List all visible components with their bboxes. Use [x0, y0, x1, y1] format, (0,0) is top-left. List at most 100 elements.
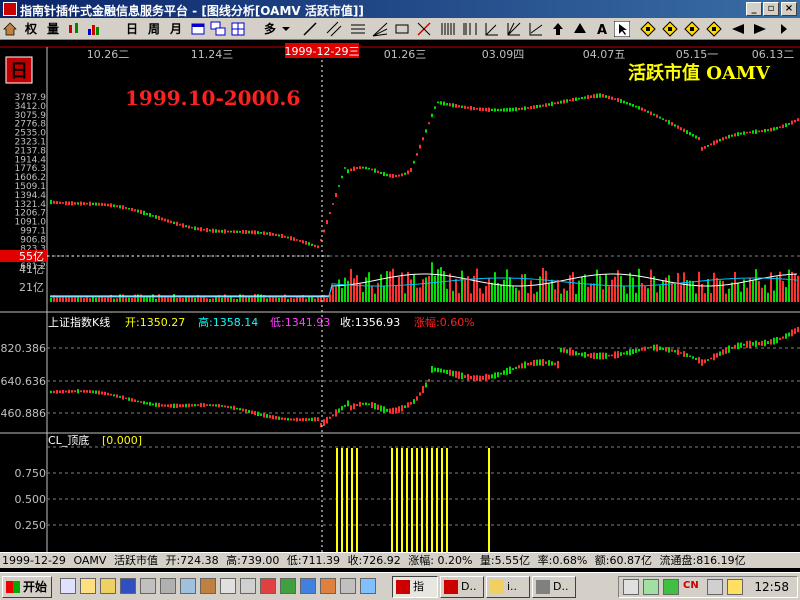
chevron-down-icon[interactable] [278, 21, 294, 37]
price-candle [581, 97, 583, 100]
tray-icon[interactable] [727, 579, 743, 595]
ime-indicator[interactable]: CN [683, 580, 699, 591]
triangle-right-icon[interactable] [752, 21, 768, 37]
app-icon-d[interactable] [220, 578, 236, 594]
start-button[interactable]: 开始 [2, 576, 52, 598]
price-candle [53, 200, 55, 204]
volume-icon[interactable] [707, 579, 723, 595]
close-button[interactable]: × [781, 2, 797, 16]
volume-button[interactable]: 量 [44, 20, 62, 38]
task-button[interactable]: D.. [440, 576, 484, 598]
price-candle [308, 242, 310, 246]
restore-button[interactable]: ▫ [763, 2, 779, 16]
price-candle [326, 219, 328, 225]
index-change: 涨幅:0.60% [414, 316, 475, 329]
index-candle [659, 346, 661, 351]
diamond-icon-2[interactable] [662, 21, 678, 37]
app-icon-a[interactable] [160, 578, 176, 594]
index-candle [515, 366, 517, 370]
price-candle [764, 128, 766, 133]
index-candle [599, 352, 601, 360]
folder-icon[interactable] [100, 578, 116, 594]
grid-icon[interactable] [230, 21, 246, 37]
app-icon-j[interactable] [340, 578, 356, 594]
kline-chart[interactable]: 日 10.26二 11.24三 1999-12-29三 01.26三 03.09… [0, 40, 800, 552]
volume-bar [491, 282, 493, 302]
minimize-button[interactable]: _ [746, 2, 762, 16]
daily-button[interactable]: 日 [124, 20, 140, 38]
tray-icon[interactable] [643, 579, 659, 595]
arrow-up-icon[interactable] [550, 21, 566, 37]
price-candle [161, 217, 163, 221]
index-candle [389, 408, 391, 414]
index-candle [656, 344, 658, 352]
line-tool-icon[interactable] [302, 21, 318, 37]
index-candle [710, 357, 712, 360]
index-candle [575, 351, 577, 356]
price-candle [419, 144, 421, 149]
window-icon[interactable] [190, 21, 206, 37]
app-icon-f[interactable] [260, 578, 276, 594]
triangle-left-icon[interactable] [730, 21, 746, 37]
volume-bar [470, 293, 472, 302]
home-icon[interactable] [2, 21, 18, 37]
index-candle [695, 357, 697, 360]
app-icon-i[interactable] [320, 578, 336, 594]
signal-bar [426, 448, 428, 552]
cycle-lines-icon[interactable] [462, 21, 478, 37]
windows-icon[interactable] [210, 21, 226, 37]
price-candle [647, 110, 649, 113]
app-icon-b[interactable] [180, 578, 196, 594]
diamond-icon-3[interactable] [684, 21, 700, 37]
paint-icon[interactable] [140, 578, 156, 594]
index-candle [215, 404, 217, 407]
rights-button[interactable]: 权 [22, 20, 40, 38]
index-candle [374, 402, 376, 410]
word-icon[interactable] [120, 578, 136, 594]
desktop-icon[interactable] [80, 578, 96, 594]
chevron-right-icon[interactable] [776, 21, 792, 37]
up-arrow-icon[interactable] [572, 21, 588, 37]
index-candle [359, 401, 361, 407]
overlay-title: 活跃市值 OAMV [628, 62, 771, 84]
index-candle [407, 402, 409, 408]
channel-icon[interactable] [350, 21, 366, 37]
diamond-icon-4[interactable] [706, 21, 722, 37]
candle-icon[interactable] [66, 21, 82, 37]
app-icon-e[interactable] [240, 578, 256, 594]
task-icon [396, 580, 410, 594]
text-tool-icon[interactable]: A [594, 21, 610, 37]
multi-button[interactable]: 多 [262, 20, 278, 38]
task-button[interactable]: i.. [486, 576, 530, 598]
app-icon-g[interactable] [280, 578, 296, 594]
task-button[interactable]: 指 [392, 576, 438, 598]
title-bar[interactable]: 指南针插件式金融信息服务平台 - [图线分析[OAMV 活跃市值]] _ ▫ × [0, 0, 800, 18]
regression-icon[interactable] [528, 21, 544, 37]
diamond-icon-1[interactable] [640, 21, 656, 37]
vertical-lines-icon[interactable] [440, 21, 456, 37]
bar-chart-icon[interactable] [86, 21, 102, 37]
price-candle [428, 122, 430, 125]
weekly-button[interactable]: 周 [146, 20, 162, 38]
index-candle [557, 360, 559, 369]
index-candle [704, 359, 706, 364]
parallel-lines-icon[interactable] [326, 21, 342, 37]
tray-icon[interactable] [623, 579, 639, 595]
chart-area[interactable]: 日 10.26二 11.24三 1999-12-29三 01.26三 03.09… [0, 40, 800, 552]
svg-text:A: A [597, 23, 607, 37]
app-icon-h[interactable] [300, 578, 316, 594]
rectangle-icon[interactable] [394, 21, 410, 37]
ie-icon[interactable] [60, 578, 76, 594]
tray-icon[interactable] [663, 579, 679, 595]
app-icon-c[interactable] [200, 578, 216, 594]
fan-icon[interactable] [372, 21, 388, 37]
monthly-button[interactable]: 月 [168, 20, 184, 38]
cross-line-icon[interactable] [416, 21, 432, 37]
gann-icon[interactable] [506, 21, 522, 37]
index-candle [203, 403, 205, 407]
volume-bar [215, 296, 217, 302]
cursor-icon[interactable] [614, 21, 630, 37]
angle-icon[interactable] [484, 21, 500, 37]
app-icon-k[interactable] [360, 578, 376, 594]
task-button[interactable]: D.. [532, 576, 576, 598]
